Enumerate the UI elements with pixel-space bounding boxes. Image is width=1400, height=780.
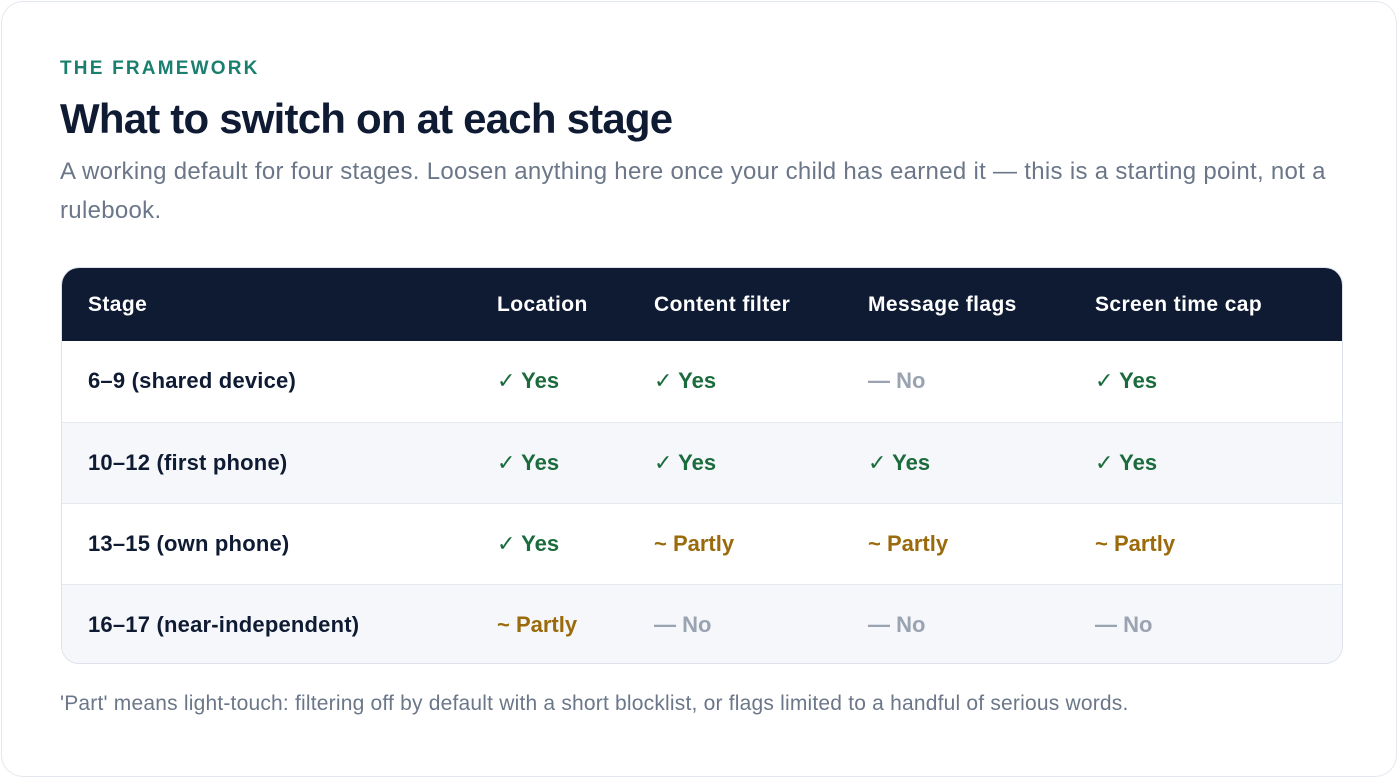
- message-flags-cell: ~ Partly: [868, 502, 1095, 584]
- table-row: 16–17 (near-independent) ~ Partly — No —…: [62, 583, 1342, 663]
- header-message-flags: Message flags: [868, 292, 1017, 316]
- header-stage: Stage: [88, 292, 148, 316]
- table-header-row: Stage Location Content filter Message fl…: [62, 268, 1342, 341]
- screen-time-cap-cell: — No: [1095, 583, 1342, 663]
- stage-cell: 16–17 (near-independent): [62, 583, 497, 663]
- screen-time-cap-cell: ~ Partly: [1095, 502, 1342, 584]
- message-flags-cell: ✓ Yes: [868, 421, 1095, 503]
- page-title: What to switch on at each stage: [60, 95, 673, 142]
- message-flags-cell: — No: [868, 583, 1095, 663]
- location-cell: ✓ Yes: [497, 421, 654, 503]
- content-filter-cell: ~ Partly: [654, 502, 868, 584]
- location-cell: ~ Partly: [497, 583, 654, 663]
- section-eyebrow: THE FRAMEWORK: [60, 58, 260, 79]
- content-filter-cell: — No: [654, 583, 868, 663]
- framework-card: THE FRAMEWORK What to switch on at each …: [1, 1, 1397, 777]
- stage-cell: 10–12 (first phone): [62, 421, 497, 503]
- message-flags-cell: — No: [868, 368, 926, 394]
- location-cell: ✓ Yes: [497, 502, 654, 584]
- header-screen-time-cap: Screen time cap: [1095, 292, 1263, 316]
- table-row: 10–12 (first phone) ✓ Yes ✓ Yes ✓ Yes ✓ …: [62, 421, 1342, 503]
- page-subtitle: A working default for four stages. Loose…: [60, 158, 1326, 224]
- content-filter-cell: ✓ Yes: [654, 368, 717, 394]
- content-filter-cell: ✓ Yes: [654, 421, 868, 503]
- header-location: Location: [497, 292, 588, 316]
- table-row: 6–9 (shared device) ✓ Yes ✓ Yes — No ✓ Y…: [62, 341, 1342, 422]
- stage-table-container: Stage Location Content filter Message fl…: [61, 267, 1343, 664]
- table-row: 13–15 (own phone) ✓ Yes ~ Partly ~ Partl…: [62, 502, 1342, 584]
- header-content-filter: Content filter: [654, 292, 791, 316]
- screen-time-cap-cell: ✓ Yes: [1095, 368, 1158, 394]
- table-footnote: 'Part' means light-touch: filtering off …: [60, 692, 1129, 715]
- stage-cell: 6–9 (shared device): [88, 368, 297, 394]
- screen-time-cap-cell: ✓ Yes: [1095, 421, 1342, 503]
- stage-table: Stage Location Content filter Message fl…: [62, 268, 1342, 663]
- location-cell: ✓ Yes: [497, 368, 560, 394]
- stage-cell: 13–15 (own phone): [62, 502, 497, 584]
